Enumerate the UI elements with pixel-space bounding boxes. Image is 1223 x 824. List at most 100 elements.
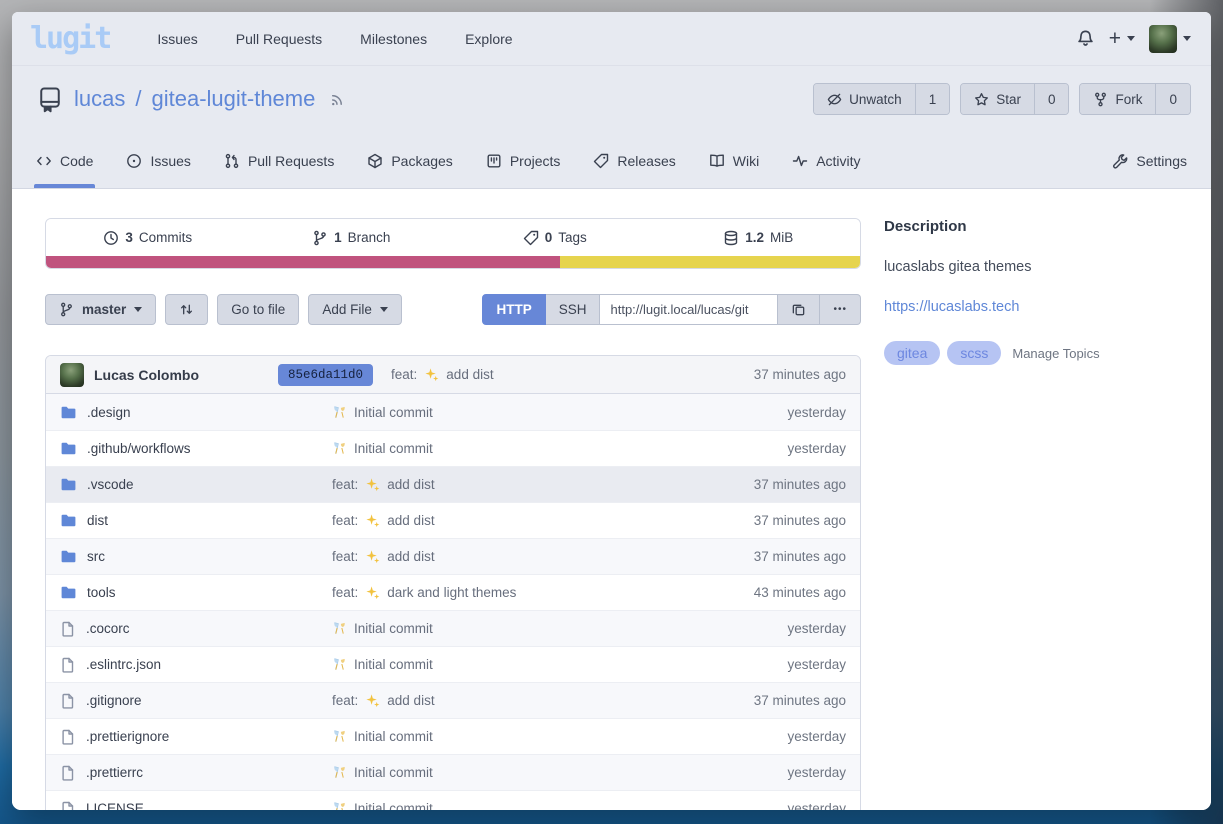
file-name[interactable]: dist xyxy=(87,513,108,528)
nav-issues[interactable]: Issues xyxy=(157,31,197,47)
branch-selector[interactable]: master xyxy=(45,294,156,325)
http-protocol-button[interactable]: HTTP xyxy=(482,294,545,325)
table-row[interactable]: LICENSE Initial commit yesterday xyxy=(46,790,860,810)
compare-button[interactable] xyxy=(165,294,208,325)
commit-message-link[interactable]: add dist xyxy=(387,549,434,564)
commit-author-avatar[interactable] xyxy=(60,363,84,387)
add-file-button[interactable]: Add File xyxy=(308,294,402,325)
table-row[interactable]: .cocorc Initial commit yesterday xyxy=(46,610,860,646)
notifications-bell-icon[interactable] xyxy=(1076,29,1095,48)
tab-settings[interactable]: Settings xyxy=(1112,133,1187,188)
language-segment-javascript[interactable] xyxy=(560,256,860,268)
file-name[interactable]: LICENSE xyxy=(86,801,144,810)
file-name[interactable]: .prettierrc xyxy=(86,765,143,780)
topics-row: gitea scss Manage Topics xyxy=(884,341,1191,365)
repo-website-link[interactable]: https://lucaslabs.tech xyxy=(884,299,1191,315)
commit-message-link[interactable]: Initial commit xyxy=(354,657,433,672)
table-row[interactable]: .prettierignore Initial commit yesterday xyxy=(46,718,860,754)
tab-pull-requests[interactable]: Pull Requests xyxy=(224,133,334,188)
commit-message-prefix: feat: xyxy=(332,477,358,492)
commit-message-link[interactable]: Initial commit xyxy=(354,729,433,744)
table-row[interactable]: .github/workflows Initial commit yesterd… xyxy=(46,430,860,466)
table-row[interactable]: dist feat: add dist 37 minutes ago xyxy=(46,502,860,538)
star-count[interactable]: 0 xyxy=(1034,84,1069,114)
file-name[interactable]: .gitignore xyxy=(86,693,142,708)
nav-pull-requests[interactable]: Pull Requests xyxy=(236,31,322,47)
ssh-protocol-button[interactable]: SSH xyxy=(546,294,601,325)
language-bar[interactable] xyxy=(46,256,860,268)
table-row[interactable]: .prettierrc Initial commit yesterday xyxy=(46,754,860,790)
repo-name-link[interactable]: gitea-lugit-theme xyxy=(151,86,315,112)
lugit-logo[interactable]: lugit xyxy=(30,21,110,56)
commit-author-name[interactable]: Lucas Colombo xyxy=(94,367,199,383)
commit-sha-badge[interactable]: 85e6da11d0 xyxy=(278,364,373,386)
user-menu[interactable] xyxy=(1149,25,1191,53)
file-name[interactable]: .vscode xyxy=(87,477,134,492)
tags-stat[interactable]: 0 Tags xyxy=(453,230,657,246)
rss-icon[interactable] xyxy=(329,91,346,108)
table-row[interactable]: .gitignore feat: add dist 37 minutes ago xyxy=(46,682,860,718)
file-name[interactable]: .design xyxy=(87,405,131,420)
table-row[interactable]: src feat: add dist 37 minutes ago xyxy=(46,538,860,574)
copy-url-button[interactable] xyxy=(778,294,820,325)
file-name[interactable]: .github/workflows xyxy=(87,441,191,456)
add-file-label: Add File xyxy=(322,302,372,317)
language-segment-scss[interactable] xyxy=(46,256,560,268)
star-button[interactable]: Star 0 xyxy=(960,83,1069,115)
commit-message-prefix: feat: xyxy=(332,693,358,708)
chevron-down-icon xyxy=(380,307,388,312)
clone-url-input[interactable] xyxy=(600,294,778,325)
plus-icon: + xyxy=(1109,28,1121,49)
create-new-menu[interactable]: + xyxy=(1109,28,1135,49)
table-row[interactable]: tools feat: dark and light themes 43 min… xyxy=(46,574,860,610)
watch-count[interactable]: 1 xyxy=(915,84,950,114)
tab-wiki[interactable]: Wiki xyxy=(709,133,759,188)
commit-message-link[interactable]: Initial commit xyxy=(354,405,433,420)
commit-message-link[interactable]: Initial commit xyxy=(354,765,433,780)
topic-gitea[interactable]: gitea xyxy=(884,341,940,365)
tab-packages[interactable]: Packages xyxy=(367,133,452,188)
sparkles-emoji xyxy=(365,549,380,564)
tab-releases[interactable]: Releases xyxy=(593,133,675,188)
tab-issues[interactable]: Issues xyxy=(126,133,190,188)
file-name[interactable]: .eslintrc.json xyxy=(86,657,161,672)
go-to-file-button[interactable]: Go to file xyxy=(217,294,299,325)
folder-icon xyxy=(60,548,77,565)
file-icon xyxy=(60,621,76,637)
more-options-button[interactable]: ••• xyxy=(820,294,861,325)
file-name[interactable]: .cocorc xyxy=(86,621,130,636)
file-time: yesterday xyxy=(787,729,846,744)
tag-icon xyxy=(593,153,609,169)
commit-message-link[interactable]: Initial commit xyxy=(354,441,433,456)
commit-message-link[interactable]: add dist xyxy=(387,513,434,528)
fork-count[interactable]: 0 xyxy=(1155,84,1190,114)
commit-message-link[interactable]: add dist xyxy=(387,693,434,708)
commit-message-link[interactable]: Initial commit xyxy=(354,801,433,810)
unwatch-button[interactable]: Unwatch 1 xyxy=(813,83,950,115)
manage-topics-link[interactable]: Manage Topics xyxy=(1012,346,1099,361)
fork-button[interactable]: Fork 0 xyxy=(1079,83,1191,115)
nav-explore[interactable]: Explore xyxy=(465,31,512,47)
tab-code[interactable]: Code xyxy=(36,133,93,188)
size-stat[interactable]: 1.2 MiB xyxy=(657,230,861,246)
table-row[interactable]: .design Initial commit yesterday xyxy=(46,394,860,430)
table-row[interactable]: .vscode feat: add dist 37 minutes ago xyxy=(46,466,860,502)
commit-message-link[interactable]: add dist xyxy=(446,367,493,382)
file-name[interactable]: src xyxy=(87,549,105,564)
tab-activity[interactable]: Activity xyxy=(792,133,860,188)
tab-projects[interactable]: Projects xyxy=(486,133,561,188)
commit-message-link[interactable]: Initial commit xyxy=(354,621,433,636)
copy-icon xyxy=(791,302,806,317)
commit-message-link[interactable]: dark and light themes xyxy=(387,585,516,600)
file-name[interactable]: .prettierignore xyxy=(86,729,169,744)
file-name[interactable]: tools xyxy=(87,585,116,600)
nav-milestones[interactable]: Milestones xyxy=(360,31,427,47)
commits-stat[interactable]: 3 Commits xyxy=(46,230,250,246)
branches-stat[interactable]: 1 Branch xyxy=(250,230,454,246)
repo-owner-link[interactable]: lucas xyxy=(74,86,125,112)
topic-scss[interactable]: scss xyxy=(947,341,1001,365)
table-row[interactable]: .eslintrc.json Initial commit yesterday xyxy=(46,646,860,682)
sparkles-emoji xyxy=(424,367,439,382)
file-time: yesterday xyxy=(787,405,846,420)
commit-message-link[interactable]: add dist xyxy=(387,477,434,492)
